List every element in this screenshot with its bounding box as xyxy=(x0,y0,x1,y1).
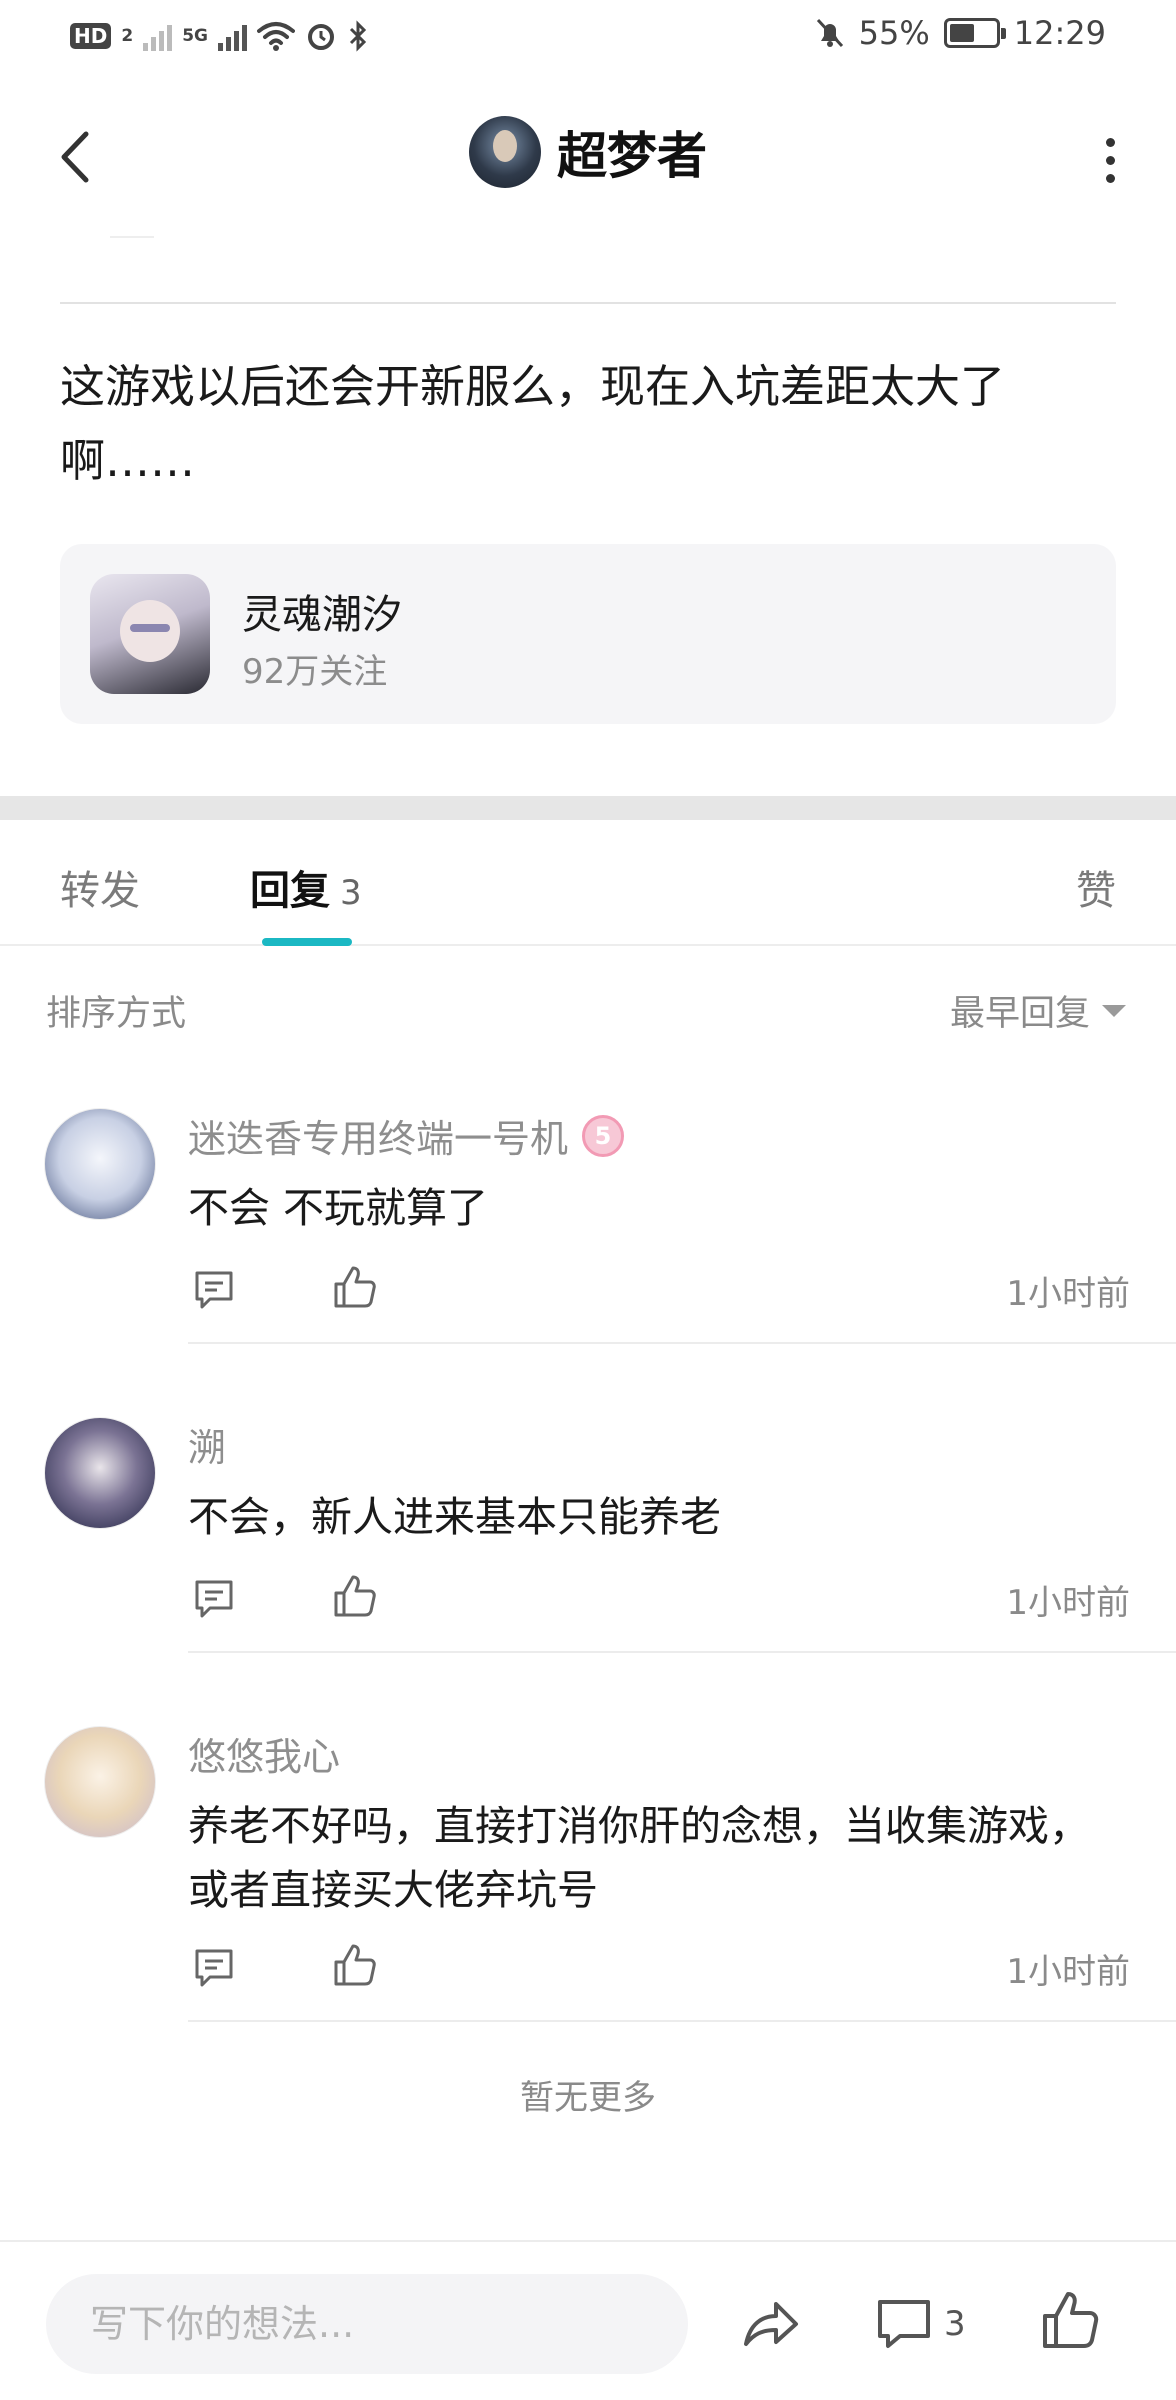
comment-username: 悠悠我心 xyxy=(188,1735,341,1779)
page-title: 超梦者 xyxy=(557,127,707,185)
comment-text: 养老不好吗，直接打消你肝的念想，当收集游戏，或者直接买大佬弃坑号 xyxy=(188,1802,1090,1914)
comment-actions: 1小时前 xyxy=(188,1262,1130,1322)
caret-down-icon xyxy=(1102,1004,1126,1017)
avatar[interactable] xyxy=(44,1108,156,1220)
divider xyxy=(188,1342,1176,1344)
avatar[interactable] xyxy=(44,1417,156,1529)
share-icon[interactable] xyxy=(740,2294,800,2354)
status-left: HD 2 5G xyxy=(70,18,369,54)
signal-icon xyxy=(143,21,173,51)
battery-percent: 55% xyxy=(858,14,930,52)
tab-bar: 转发 回复 3 赞 xyxy=(0,820,1176,946)
comment-username: 溯 xyxy=(188,1426,227,1470)
avatar[interactable] xyxy=(44,1726,156,1838)
comment-username: 迷迭香专用终端一号机 xyxy=(188,1117,569,1161)
signal-icon xyxy=(217,21,247,51)
comment-icon[interactable] xyxy=(874,2294,934,2354)
thumbs-up-icon[interactable] xyxy=(332,1573,378,1619)
sort-label: 排序方式 xyxy=(46,994,187,1034)
comment-author[interactable]: 迷迭香专用终端一号机 5 xyxy=(188,1108,625,1163)
game-followers: 92万关注 xyxy=(242,652,388,692)
comment-text: 不会，新人进来基本只能养老 xyxy=(188,1493,721,1541)
divider xyxy=(188,2020,1176,2022)
more-button[interactable] xyxy=(1090,130,1130,190)
comment-actions: 1小时前 xyxy=(188,1571,1130,1631)
tab-like[interactable]: 赞 xyxy=(1076,858,1116,916)
header: 超梦者 xyxy=(0,100,1176,212)
thumbs-up-icon[interactable] xyxy=(332,1264,378,1310)
comment-time: 1小时前 xyxy=(1006,1583,1130,1623)
avatar[interactable] xyxy=(469,116,541,188)
alarm-icon xyxy=(307,24,334,50)
tab-reply-label: 回复 xyxy=(250,868,330,914)
divider xyxy=(60,302,1116,304)
level-badge: 5 xyxy=(582,1114,625,1157)
header-user[interactable]: 超梦者 xyxy=(0,116,1176,188)
comment-count: 3 xyxy=(944,2304,966,2344)
tab-reply-count: 3 xyxy=(340,873,362,913)
battery-icon xyxy=(943,18,1006,48)
status-right: 55% 12:29 xyxy=(815,14,1106,52)
comment-actions: 1小时前 xyxy=(188,1940,1130,2000)
comment-time: 1小时前 xyxy=(1006,1952,1130,1992)
sort-dropdown[interactable]: 最早回复 xyxy=(950,985,1126,1036)
network-type: 5G xyxy=(182,26,208,46)
comment-author[interactable]: 悠悠我心 xyxy=(188,1726,340,1781)
comment-text: 不会 不玩就算了 xyxy=(188,1184,489,1232)
game-name: 灵魂潮汐 xyxy=(242,592,402,638)
active-tab-indicator xyxy=(262,938,352,946)
divider xyxy=(188,1651,1176,1653)
section-divider xyxy=(0,796,1176,820)
battery-level xyxy=(949,24,974,42)
reply-icon[interactable] xyxy=(192,1577,236,1621)
bottom-bar: 3 xyxy=(0,2240,1176,2400)
clock: 12:29 xyxy=(1013,14,1106,52)
thumbs-up-icon[interactable] xyxy=(332,1942,378,1988)
post-content: 这游戏以后还会开新服么，现在入坑差距太大了啊…… xyxy=(60,360,1006,487)
reply-icon[interactable] xyxy=(192,1946,236,1990)
no-more-text: 暂无更多 xyxy=(520,2078,656,2118)
comment-author[interactable]: 溯 xyxy=(188,1417,226,1472)
game-icon xyxy=(90,574,210,694)
more-vertical-icon xyxy=(1105,137,1115,147)
thumbs-up-icon[interactable] xyxy=(1040,2290,1100,2350)
comment-time: 1小时前 xyxy=(1006,1274,1130,1314)
mute-icon xyxy=(816,18,843,48)
hd-indicator: HD xyxy=(70,23,112,49)
sim-indicator: 2 xyxy=(121,26,134,46)
wifi-icon xyxy=(256,22,295,51)
bluetooth-icon xyxy=(349,20,367,52)
sort-selected: 最早回复 xyxy=(949,994,1090,1034)
status-bar: HD 2 5G 55% 12:29 xyxy=(0,0,1176,72)
tab-reply[interactable]: 回复 3 xyxy=(250,858,362,916)
reply-icon[interactable] xyxy=(192,1268,236,1312)
divider xyxy=(110,236,154,238)
game-card[interactable]: 灵魂潮汐 92万关注 xyxy=(60,544,1116,724)
tab-forward[interactable]: 转发 xyxy=(60,858,140,916)
comment-input[interactable] xyxy=(46,2274,688,2374)
